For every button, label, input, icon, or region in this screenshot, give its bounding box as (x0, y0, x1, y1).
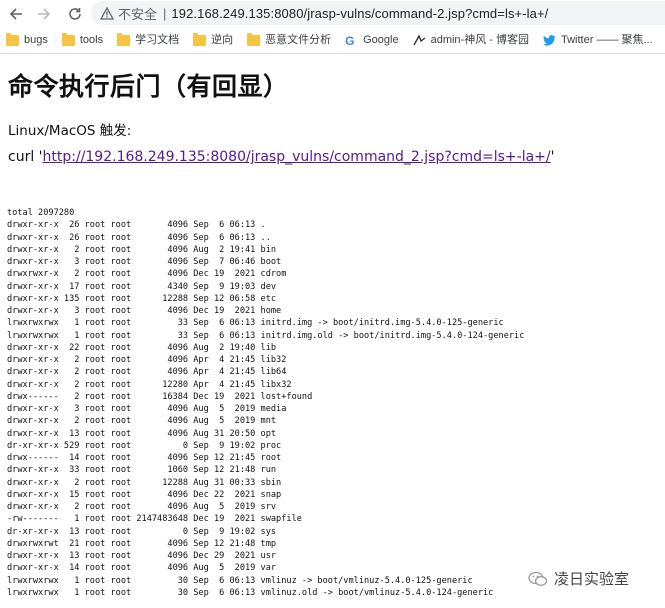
watermark: 凌日实验室 (528, 568, 629, 589)
forward-arrow-icon[interactable] (33, 3, 55, 25)
bookmark-google[interactable]: G Google (345, 30, 398, 52)
security-status-label[interactable]: 不安全 (118, 4, 157, 23)
folder-icon (117, 33, 131, 46)
twitter-icon (543, 35, 556, 46)
bookmark-tools[interactable]: tools (61, 30, 103, 52)
browser-toolbar: 不安全 | 192.168.249.135:8080/jrasp-vulns/c… (0, 0, 665, 28)
warning-triangle-icon (100, 6, 114, 20)
bookmark-malware-analysis[interactable]: 恶意文件分析 (247, 30, 331, 52)
folder-icon (193, 33, 207, 46)
reload-icon[interactable] (64, 3, 86, 25)
url-text[interactable]: 192.168.249.135:8080/jrasp-vulns/command… (171, 6, 548, 21)
platform-text: Linux/MacOS 触发: (8, 123, 132, 139)
address-separator: | (163, 5, 167, 21)
curl-link[interactable]: http://192.168.249.135:8080/jrasp_vulns/… (43, 149, 551, 165)
bookmark-twitter[interactable]: Twitter —— 聚焦... (543, 30, 653, 52)
curl-line: curl 'http://192.168.249.135:8080/jrasp_… (8, 149, 554, 165)
page-content: 命令执行后门（有回显） Linux/MacOS 触发: curl 'http:/… (0, 55, 665, 608)
curl-prefix: curl ' (8, 149, 43, 165)
page-heading: 命令执行后门（有回显） (8, 72, 289, 101)
bookmark-study-docs[interactable]: 学习文档 (117, 30, 179, 52)
curl-suffix: ' (550, 149, 555, 165)
address-bar[interactable]: 不安全 | 192.168.249.135:8080/jrasp-vulns/c… (91, 1, 665, 25)
command-output: total 2097280 drwxr-xr-x 26 root root 40… (7, 208, 525, 598)
back-arrow-icon[interactable] (5, 3, 27, 25)
bookmark-blog[interactable]: admin-神风 - 博客园 (412, 30, 529, 52)
watermark-text: 凌日实验室 (554, 570, 630, 588)
bookmark-reverse[interactable]: 逆向 (193, 30, 233, 52)
folder-icon (61, 33, 75, 46)
folder-icon (247, 33, 261, 46)
blog-icon (412, 34, 426, 46)
folder-icon (6, 33, 19, 46)
bookmark-bugs[interactable]: bugs (6, 30, 48, 52)
bookmarks-bar: bugs tools 学习文档 逆向 恶意文件分析 G Google admin… (0, 28, 665, 54)
wechat-icon (528, 571, 548, 587)
google-icon: G (345, 33, 355, 48)
